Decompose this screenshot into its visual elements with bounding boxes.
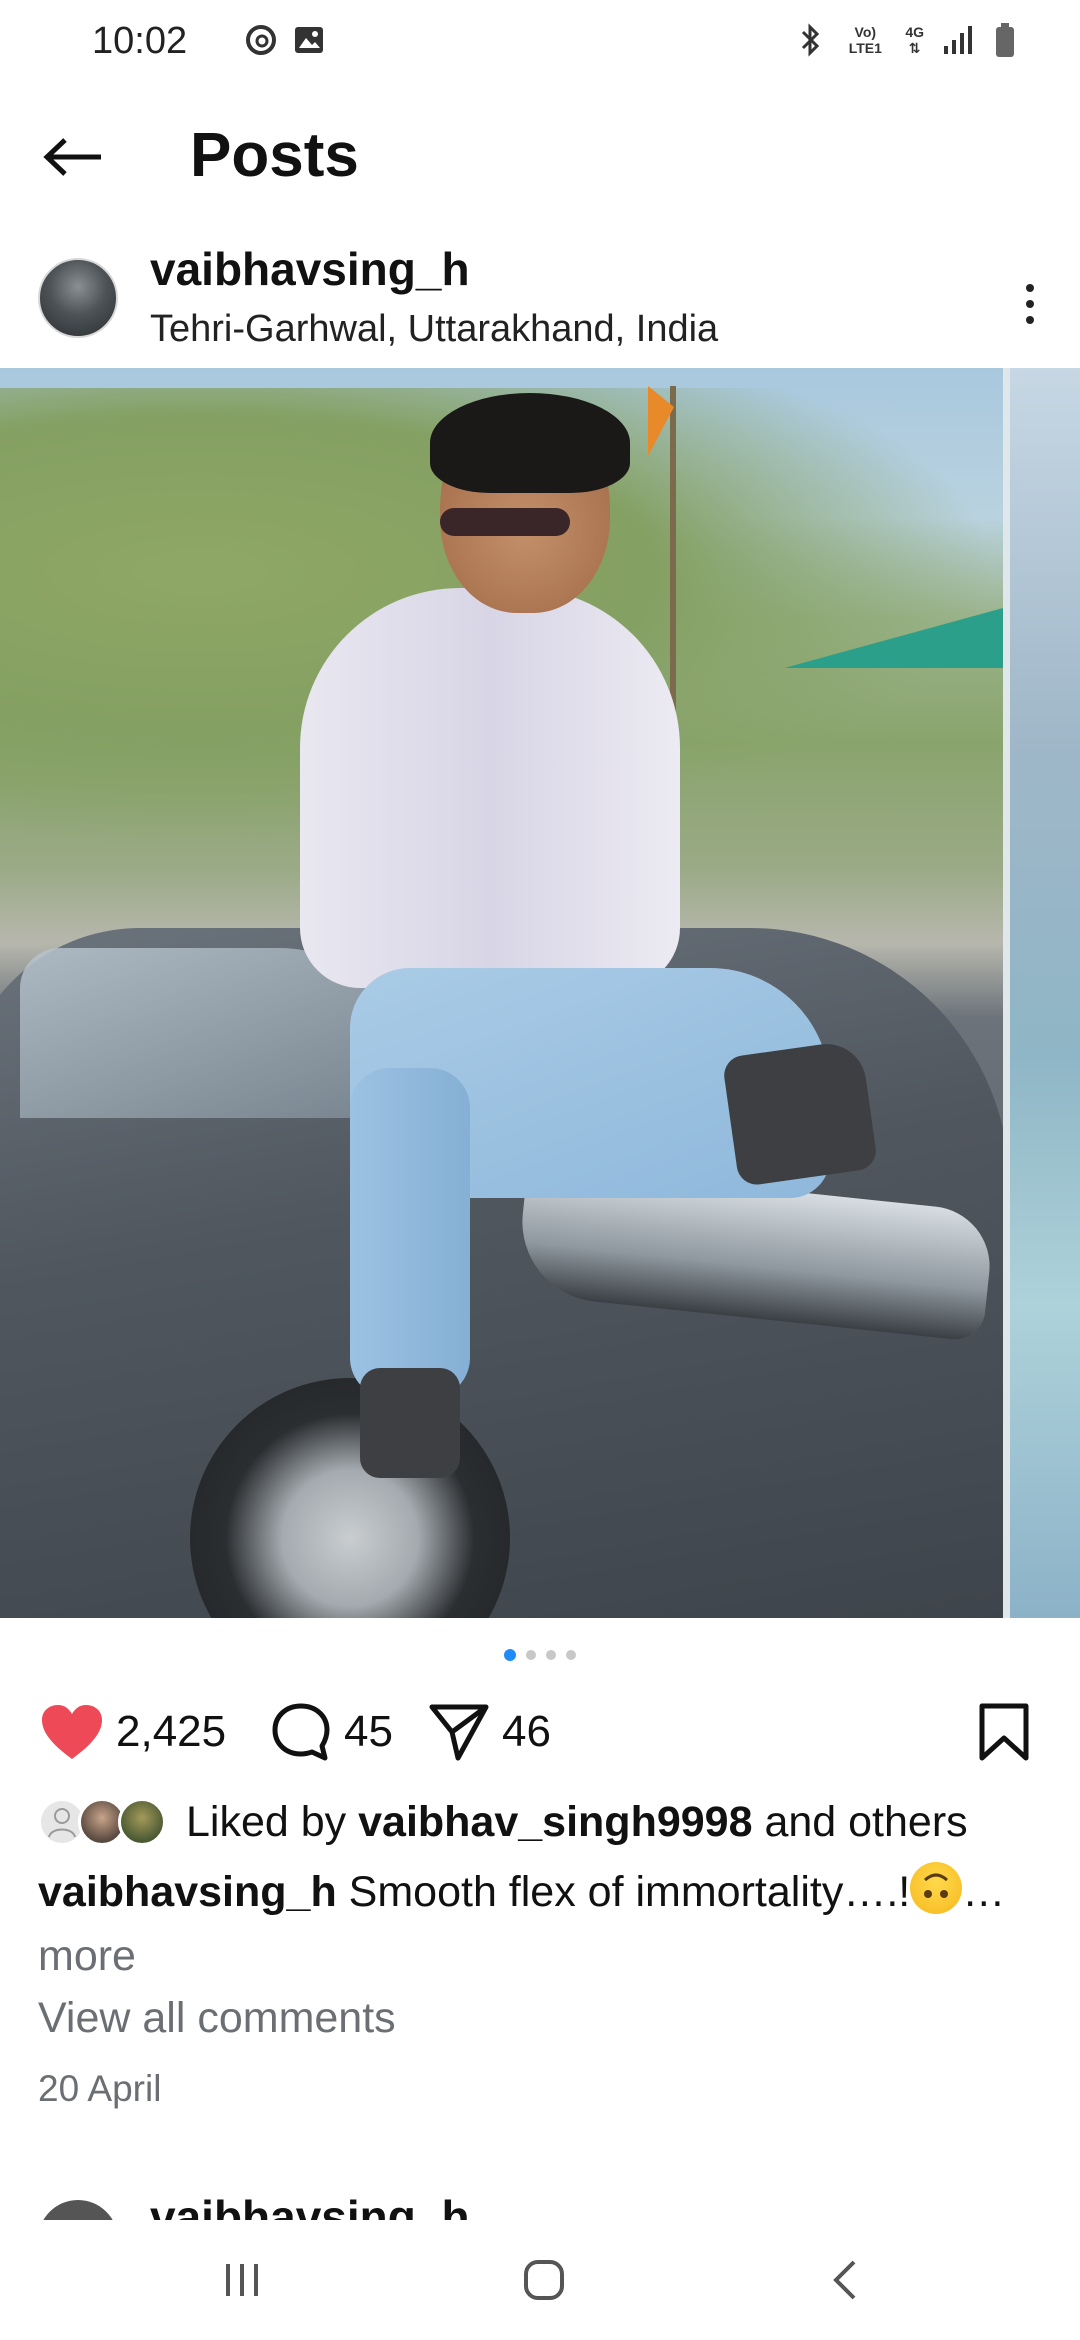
caption-ellipsis: … [962, 1868, 1006, 1916]
status-left-icons [245, 24, 325, 56]
caption-more-link[interactable]: more [38, 1932, 136, 1980]
post-header: vaibhavsing_h Tehri-Garhwal, Uttarakhand… [0, 240, 1080, 364]
status-bar: 10:02 Vo) LTE1 4G ⇅ [0, 0, 1080, 86]
status-right-icons: Vo) LTE1 4G ⇅ [797, 22, 1016, 58]
liked-by-row[interactable]: Liked by vaibhav_singh9998 and others [38, 1794, 968, 1850]
status-time: 10:02 [92, 20, 188, 62]
app-header: Posts [0, 108, 1080, 208]
photo-person-leg [350, 1068, 470, 1398]
network-type-label: 4G [905, 24, 924, 40]
bluetooth-icon [802, 23, 820, 57]
view-all-comments-link[interactable]: View all comments [38, 1994, 396, 2043]
post-caption: vaibhavsing_h Smooth flex of immortality… [38, 1860, 1048, 1988]
comment-button[interactable]: 45 [270, 1694, 393, 1770]
photo-person-shoe [360, 1368, 460, 1478]
post-date: 20 April [38, 2068, 162, 2109]
recent-apps-button[interactable] [202, 2250, 282, 2310]
data-arrows-icon: ⇅ [908, 40, 921, 56]
photo-flag-pole [670, 386, 676, 726]
person-placeholder-icon [48, 1808, 76, 1838]
liked-by-prefix: Liked by [186, 1797, 347, 1846]
photo-person-shoe [721, 1038, 879, 1188]
photo-person-hair [430, 393, 630, 493]
upside-down-face-emoji-icon [910, 1862, 963, 1914]
bookmark-icon [979, 1703, 1029, 1761]
chevron-left-icon [833, 2260, 856, 2300]
comments-count: 45 [344, 1707, 393, 1756]
carousel-page-indicator [0, 1649, 1080, 1666]
page-title: Posts [190, 121, 359, 190]
volte-indicator: Vo) LTE1 [843, 24, 887, 56]
like-button[interactable]: 2,425 [40, 1694, 226, 1770]
more-vertical-icon-dot [1026, 316, 1034, 324]
heart-icon [42, 1705, 102, 1759]
liked-by-suffix[interactable]: and others [764, 1798, 967, 1846]
signal-icon [944, 26, 972, 54]
user-avatar[interactable] [38, 258, 118, 338]
photo-person-shirt [300, 588, 680, 988]
arrow-left-icon [43, 138, 101, 176]
more-vertical-icon-dot [1026, 300, 1034, 308]
gallery-notification-icon [295, 27, 323, 53]
shares-count: 46 [502, 1707, 551, 1756]
volte-label: Vo) LTE1 [848, 24, 882, 56]
post-actions: 2,425 45 46 [0, 1694, 1080, 1770]
carousel-dot [566, 1650, 576, 1660]
photo-person-sunglasses [440, 508, 570, 536]
send-icon [429, 1704, 489, 1761]
next-photo-peek[interactable] [1010, 368, 1080, 1618]
caption-text: Smooth flex of immortality….! [348, 1868, 911, 1916]
save-button[interactable] [974, 1702, 1034, 1762]
threads-notification-icon [246, 25, 276, 55]
liked-by-text: Liked by vaibhav_singh9998 and others [186, 1798, 968, 1847]
share-button[interactable]: 46 [428, 1694, 551, 1770]
battery-icon [996, 23, 1014, 57]
post-location[interactable]: Tehri-Garhwal, Uttarakhand, India [150, 308, 718, 351]
liker-avatar [118, 1798, 166, 1846]
post-photo[interactable] [0, 368, 1003, 1618]
post-image-carousel[interactable] [0, 368, 1080, 1618]
more-vertical-icon [1026, 284, 1034, 292]
carousel-dot [546, 1650, 556, 1660]
comment-icon [272, 1703, 330, 1761]
liker-avatars [38, 1796, 178, 1848]
back-button[interactable] [38, 122, 108, 192]
more-options-button[interactable] [1010, 274, 1050, 334]
liked-by-username[interactable]: vaibhav_singh9998 [358, 1798, 752, 1846]
home-icon [524, 2260, 564, 2300]
likes-count: 2,425 [116, 1707, 227, 1756]
recent-apps-icon [226, 2264, 258, 2296]
caption-username[interactable]: vaibhavsing_h [38, 1868, 337, 1916]
home-button[interactable] [504, 2250, 584, 2310]
system-navigation-bar [0, 2220, 1080, 2340]
carousel-dot [526, 1650, 536, 1660]
network-type-indicator: 4G ⇅ [905, 24, 924, 56]
system-back-button[interactable] [806, 2250, 886, 2310]
post-username[interactable]: vaibhavsing_h [150, 242, 470, 296]
carousel-dot-active [504, 1649, 516, 1661]
